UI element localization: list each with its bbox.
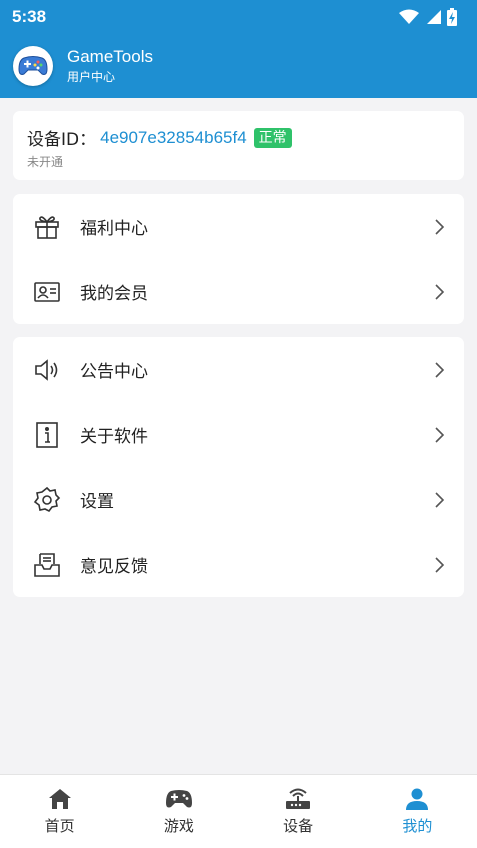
tab-devices[interactable]: 设备 bbox=[239, 775, 358, 848]
home-icon bbox=[48, 789, 71, 809]
tab-label: 首页 bbox=[44, 817, 75, 835]
app-bar: GameTools 用户中心 bbox=[0, 34, 477, 98]
battery-icon bbox=[447, 8, 457, 26]
status-time: 5:38 bbox=[12, 7, 47, 26]
signal-icon bbox=[427, 10, 441, 24]
app-logo bbox=[13, 46, 53, 86]
menu-item-label: 福利中心 bbox=[80, 219, 148, 239]
tab-label: 游戏 bbox=[163, 817, 194, 835]
device-id-value: 4e907e32854b65f4 bbox=[100, 127, 247, 147]
tab-games[interactable]: 游戏 bbox=[119, 775, 238, 848]
menu-item-settings[interactable]: 设置 bbox=[13, 467, 464, 532]
bottom-tab-bar: 首页 游戏 设备 我的 bbox=[0, 774, 477, 848]
menu-group-1: 福利中心 我的会员 bbox=[13, 194, 464, 324]
status-badge: 正常 bbox=[253, 127, 292, 148]
chevron-right-icon bbox=[435, 491, 445, 508]
tab-home[interactable]: 首页 bbox=[0, 775, 119, 848]
chevron-right-icon bbox=[435, 283, 445, 300]
gear-icon bbox=[33, 486, 61, 514]
menu-item-about[interactable]: 关于软件 bbox=[13, 402, 464, 467]
menu-item-membership[interactable]: 我的会员 bbox=[13, 259, 464, 324]
tab-profile[interactable]: 我的 bbox=[358, 775, 477, 848]
app-subtitle: 用户中心 bbox=[67, 70, 116, 84]
chevron-right-icon bbox=[435, 218, 445, 235]
wifi-icon bbox=[399, 9, 419, 24]
status-icons bbox=[399, 8, 457, 26]
menu-item-announcements[interactable]: 公告中心 bbox=[13, 337, 464, 402]
tab-label: 我的 bbox=[402, 817, 433, 835]
chevron-right-icon bbox=[435, 426, 445, 443]
menu-item-label: 设置 bbox=[80, 492, 114, 512]
menu-item-welfare[interactable]: 福利中心 bbox=[13, 194, 464, 259]
member-card-icon bbox=[33, 278, 61, 306]
tab-label: 设备 bbox=[283, 817, 314, 835]
chevron-right-icon bbox=[435, 556, 445, 573]
menu-item-label: 关于软件 bbox=[80, 427, 148, 447]
menu-item-feedback[interactable]: 意见反馈 bbox=[13, 532, 464, 597]
person-icon bbox=[406, 788, 429, 810]
device-id-label: 设备ID： bbox=[27, 130, 97, 150]
gamepad-logo-icon bbox=[18, 56, 48, 75]
subscription-status: 未开通 bbox=[27, 155, 64, 169]
gamepad-icon bbox=[165, 790, 192, 808]
info-icon bbox=[33, 421, 61, 449]
speaker-icon bbox=[33, 356, 61, 384]
router-icon bbox=[286, 788, 311, 809]
app-title: GameTools bbox=[67, 47, 153, 66]
menu-item-label: 我的会员 bbox=[80, 284, 148, 304]
chevron-right-icon bbox=[435, 361, 445, 378]
device-card: 设备ID： 4e907e32854b65f4 正常 未开通 bbox=[13, 111, 464, 180]
menu-group-2: 公告中心 关于软件 设置 意见反馈 bbox=[13, 337, 464, 597]
inbox-icon bbox=[33, 551, 61, 579]
status-bar: 5:38 bbox=[0, 0, 477, 34]
gift-icon bbox=[33, 213, 61, 241]
menu-item-label: 公告中心 bbox=[80, 362, 148, 382]
menu-item-label: 意见反馈 bbox=[80, 557, 148, 577]
